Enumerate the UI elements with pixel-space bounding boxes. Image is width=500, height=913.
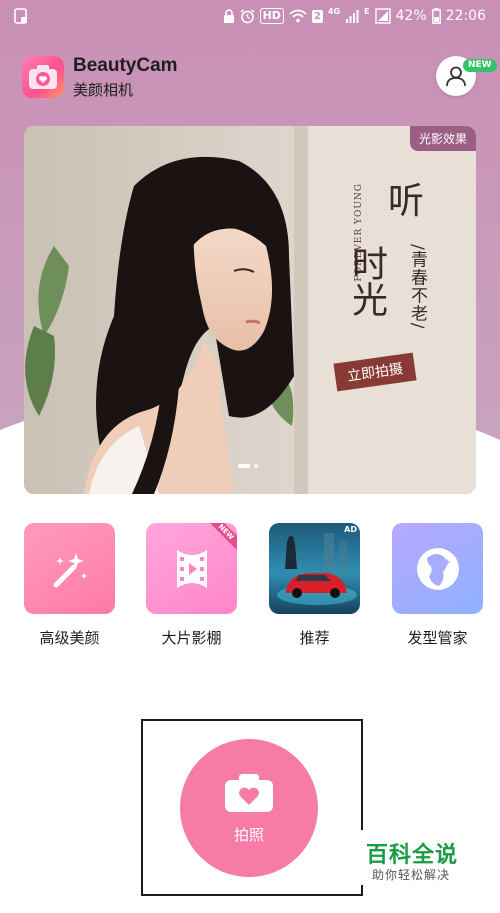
banner-title-line2: 时光 bbox=[346, 245, 387, 317]
feature-recommend[interactable]: AD 推荐 bbox=[269, 523, 360, 648]
lock-icon bbox=[223, 9, 235, 23]
feature-hair-label: 发型管家 bbox=[407, 629, 468, 647]
app-logo bbox=[22, 56, 64, 98]
feature-recommend-label: 推荐 bbox=[299, 629, 330, 647]
network-4g-label: 4G bbox=[327, 6, 341, 16]
pagination-dot-active bbox=[238, 464, 250, 468]
profile-new-badge: NEW bbox=[463, 59, 497, 72]
signal-box-icon bbox=[374, 8, 391, 24]
battery-percent: 42% bbox=[395, 8, 427, 24]
status-bar: HD 2 4G E 42% 22:06 bbox=[0, 0, 500, 32]
car-ad-image bbox=[277, 533, 357, 605]
camera-heart-logo-icon bbox=[29, 65, 57, 89]
hd-voice-badge: HD bbox=[259, 8, 284, 24]
capture-label: 拍照 bbox=[233, 825, 264, 844]
feature-beauty[interactable]: 高级美颜 bbox=[24, 523, 115, 648]
banner-effect-tag: 光影效果 bbox=[409, 126, 476, 151]
feature-hair[interactable]: 发型管家 bbox=[392, 523, 483, 648]
sim-slot-badge: 2 bbox=[311, 9, 323, 23]
feature-beauty-label: 高级美颜 bbox=[39, 629, 100, 647]
battery-icon bbox=[431, 8, 441, 24]
watermark-title: 百科全说 bbox=[366, 843, 459, 868]
camera-heart-icon bbox=[225, 773, 273, 812]
banner-subtitle: /青春不老/ bbox=[407, 244, 427, 330]
pagination-dot bbox=[254, 464, 258, 468]
app-subtitle: 美颜相机 bbox=[73, 81, 134, 99]
feature-studio[interactable]: NEW 大片影棚 bbox=[146, 523, 237, 648]
clock-time: 22:06 bbox=[445, 8, 486, 24]
wifi-icon bbox=[289, 9, 307, 23]
feature-recommend-tile[interactable]: AD bbox=[269, 523, 360, 614]
app-screen: HD 2 4G E 42% 22:06 BeautyCam 美颜相机 NEW 光… bbox=[0, 0, 500, 913]
magic-wand-icon bbox=[53, 552, 87, 587]
network-e-label: E bbox=[364, 6, 370, 16]
alarm-icon bbox=[240, 8, 255, 24]
watermark-subtitle: 助你轻松解决 bbox=[372, 868, 451, 882]
banner-title-line1: 听 bbox=[388, 181, 425, 222]
feature-hair-tile[interactable] bbox=[392, 523, 483, 614]
capture-button[interactable]: 拍照 bbox=[180, 739, 318, 877]
feature-studio-tile[interactable]: NEW bbox=[146, 523, 237, 614]
banner-pagination bbox=[238, 464, 258, 468]
feature-recommend-ad-badge: AD bbox=[344, 525, 357, 534]
feature-beauty-tile[interactable] bbox=[24, 523, 115, 614]
feature-studio-label: 大片影棚 bbox=[161, 629, 222, 647]
film-strip-icon bbox=[176, 549, 207, 588]
hair-profile-icon bbox=[416, 547, 459, 590]
signal-icon bbox=[345, 9, 359, 23]
app-name: BeautyCam bbox=[73, 55, 178, 76]
screenshot-notification-icon bbox=[14, 8, 28, 24]
